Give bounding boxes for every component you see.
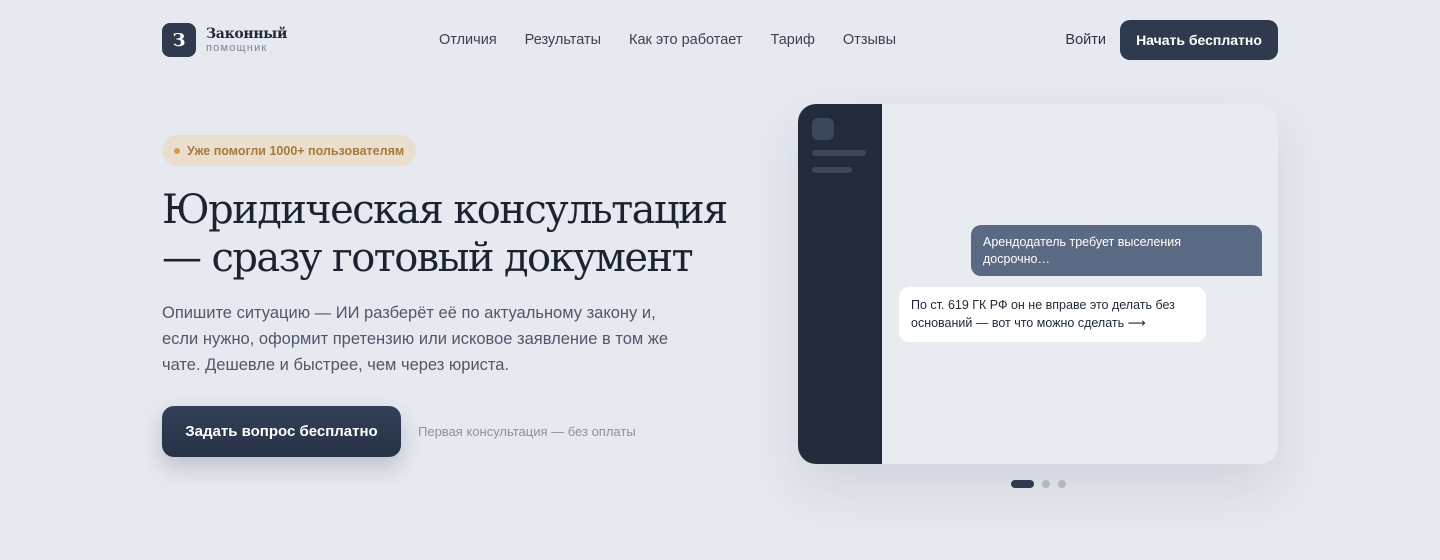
sidebar-line-placeholder bbox=[812, 150, 866, 156]
sidebar-line-placeholder bbox=[812, 167, 852, 173]
logo-subtitle: помощник bbox=[206, 41, 268, 54]
hero-title: Юридическая консультация — сразу готовый… bbox=[162, 187, 728, 281]
main-nav: Отличия Результаты Как это работает Тари… bbox=[439, 32, 924, 48]
nav-link-results[interactable]: Результаты bbox=[525, 32, 601, 48]
nav-link-pricing[interactable]: Тариф bbox=[771, 32, 815, 48]
badge-dot-icon bbox=[174, 147, 180, 154]
carousel-dot-3[interactable] bbox=[1058, 480, 1066, 488]
assistant-message: По ст. 619 ГК РФ он не вправе это делать… bbox=[899, 287, 1206, 342]
users-helped-badge: Уже помогли 1000+ пользователям bbox=[162, 135, 417, 166]
nav-link-reviews[interactable]: Отзывы bbox=[843, 32, 896, 48]
ask-question-button[interactable]: Задать вопрос бесплатно bbox=[162, 406, 401, 457]
chat-sidebar bbox=[798, 104, 882, 464]
user-message: Арендодатель требует выселения досрочно… bbox=[971, 225, 1262, 276]
nav-link-differences[interactable]: Отличия bbox=[439, 32, 497, 48]
nav-link-how-it-works[interactable]: Как это работает bbox=[629, 32, 742, 48]
cta-note: Первая консультация — без оплаты bbox=[418, 424, 636, 439]
chat-preview: Арендодатель требует выселения досрочно…… bbox=[798, 104, 1278, 464]
start-free-button[interactable]: Начать бесплатно bbox=[1120, 20, 1278, 60]
login-link[interactable]: Войти bbox=[1065, 32, 1106, 48]
carousel-dot-2[interactable] bbox=[1042, 480, 1050, 488]
logo-text: Законный помощник bbox=[206, 27, 287, 54]
hero-description: Опишите ситуацию — ИИ разберёт её по акт… bbox=[162, 304, 669, 374]
sidebar-avatar-placeholder bbox=[812, 118, 834, 140]
logo-title: Законный bbox=[206, 25, 288, 42]
logo[interactable]: З Законный помощник bbox=[162, 23, 287, 57]
site-header: З Законный помощник Отличия Результаты К… bbox=[162, 20, 1278, 60]
carousel-dots bbox=[1011, 480, 1074, 488]
logo-badge: З bbox=[162, 23, 196, 57]
carousel-dot-1[interactable] bbox=[1011, 480, 1034, 488]
badge-text: Уже помогли 1000+ пользователям bbox=[187, 143, 405, 158]
